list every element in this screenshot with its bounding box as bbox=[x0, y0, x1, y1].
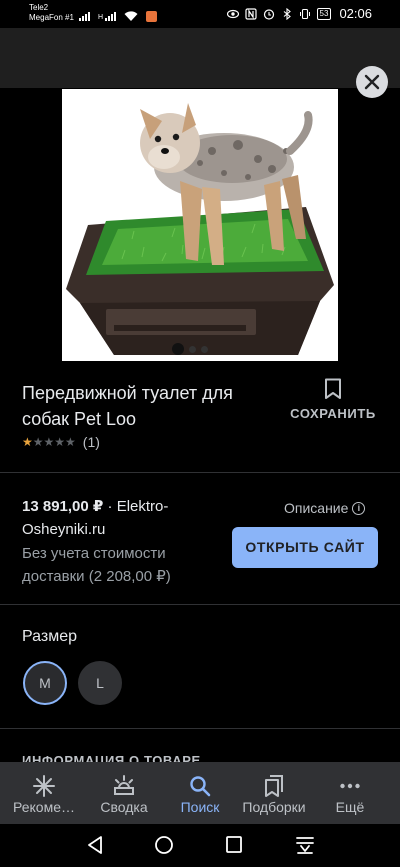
vibrate-icon bbox=[299, 8, 310, 19]
divider bbox=[0, 728, 400, 729]
nav-more[interactable]: Ещё bbox=[310, 762, 390, 824]
signal-area: H bbox=[79, 10, 158, 22]
save-label: СОХРАНИТЬ bbox=[290, 406, 376, 421]
alarm-icon bbox=[263, 8, 274, 20]
carousel-dot-active[interactable] bbox=[172, 343, 184, 355]
carrier-2: MegaFon #1 bbox=[29, 13, 74, 22]
wifi-icon bbox=[124, 11, 138, 21]
asterisk-icon bbox=[33, 775, 55, 797]
description-label: Описание bbox=[284, 500, 349, 516]
notification-pulldown-icon[interactable] bbox=[295, 835, 315, 855]
rating-count: (1) bbox=[82, 434, 100, 450]
divider bbox=[0, 472, 400, 473]
open-site-button[interactable]: ОТКРЫТЬ САЙТ bbox=[232, 527, 378, 568]
nfc-icon bbox=[244, 7, 257, 20]
separator: · bbox=[103, 498, 117, 515]
rating-stars: ★★★★★ bbox=[22, 435, 76, 449]
signal-strength-icon-1 bbox=[79, 12, 90, 21]
back-icon[interactable] bbox=[86, 835, 104, 855]
image-carousel-indicator bbox=[172, 343, 208, 355]
updates-icon bbox=[114, 775, 134, 795]
nav-collections[interactable]: Подборки bbox=[234, 762, 314, 824]
nav-label: Ещё bbox=[335, 799, 365, 815]
bottom-navigation: Рекоме… Сводка Поиск Подборки Ещё bbox=[0, 762, 400, 824]
carrier-names: Tele2 MegaFon #1 bbox=[29, 3, 74, 23]
carousel-dot[interactable] bbox=[201, 345, 208, 353]
price: 13 891,00 ₽ bbox=[22, 498, 104, 515]
bookmark-icon bbox=[325, 378, 341, 399]
nav-search[interactable]: Поиск bbox=[160, 762, 240, 824]
network-type: H bbox=[98, 14, 104, 21]
top-app-bar bbox=[0, 28, 400, 98]
nav-label: Поиск bbox=[180, 799, 220, 815]
status-bar: Tele2 MegaFon #1 H 53 02:06 bbox=[0, 0, 400, 28]
product-title: Передвижной туалет для собак Pet Loo bbox=[22, 383, 233, 429]
eye-icon bbox=[226, 9, 239, 18]
close-button[interactable] bbox=[356, 66, 388, 98]
recents-icon[interactable] bbox=[225, 835, 243, 855]
close-icon bbox=[364, 74, 380, 90]
app-notification-icon bbox=[146, 11, 158, 22]
size-option-l[interactable]: L bbox=[78, 661, 122, 705]
info-icon: i bbox=[352, 501, 366, 515]
save-button[interactable]: СОХРАНИТЬ bbox=[286, 378, 380, 424]
nav-updates[interactable]: Сводка bbox=[84, 762, 164, 824]
size-heading: Размер bbox=[22, 628, 77, 645]
nav-label: Рекоме… bbox=[13, 799, 75, 815]
product-photo bbox=[62, 89, 338, 361]
rating[interactable]: ★★★★★ (1) bbox=[22, 434, 100, 450]
nav-label: Подборки bbox=[242, 799, 306, 815]
carousel-dot[interactable] bbox=[189, 345, 196, 353]
search-icon bbox=[190, 776, 211, 797]
shipping-info: Без учета стоимости доставки (2 208,00 ₽… bbox=[22, 545, 171, 585]
divider bbox=[0, 604, 400, 605]
nav-label: Сводка bbox=[100, 799, 148, 815]
description-link[interactable]: Описание i bbox=[284, 500, 366, 516]
carrier-1: Tele2 bbox=[29, 3, 49, 12]
product-image[interactable] bbox=[62, 89, 338, 361]
offer-price-seller: 13 891,00 ₽ · Elektro-Osheyniki.ru bbox=[22, 495, 212, 541]
collections-icon bbox=[265, 775, 283, 797]
battery-level: 53 bbox=[316, 7, 332, 20]
status-icons: 53 02:06 bbox=[226, 6, 372, 21]
home-icon[interactable] bbox=[154, 835, 174, 855]
nav-discover[interactable]: Рекоме… bbox=[4, 762, 84, 824]
more-icon bbox=[340, 783, 360, 789]
signal-strength-icon-2 bbox=[105, 12, 117, 21]
clock: 02:06 bbox=[339, 6, 372, 21]
bluetooth-icon bbox=[283, 7, 291, 20]
size-option-m[interactable]: M bbox=[23, 661, 67, 705]
system-navigation-bar bbox=[0, 824, 400, 867]
